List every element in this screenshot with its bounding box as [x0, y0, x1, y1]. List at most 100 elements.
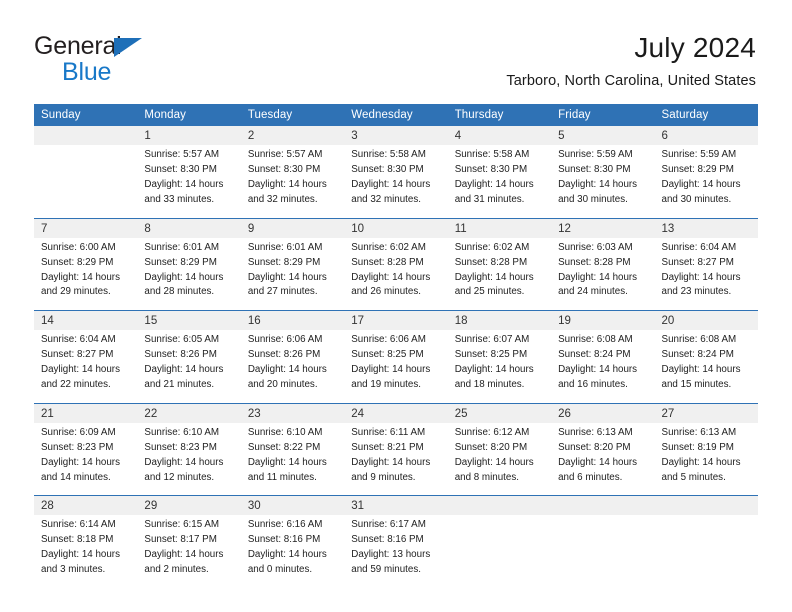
day-detail-line: Daylight: 14 hours: [144, 456, 224, 468]
day-number-13[interactable]: 13: [654, 217, 758, 238]
day-number-5[interactable]: 5: [551, 126, 655, 146]
day-number-8[interactable]: 8: [137, 217, 241, 238]
day-detail-line: Daylight: 14 hours: [41, 549, 120, 561]
calendar-header-row: Sunday Monday Tuesday Wednesday Thursday Frid…: [34, 104, 758, 127]
day-details-empty: [551, 515, 655, 588]
day-detail-line: Sunset: 8:17 PM: [144, 534, 217, 546]
day-number-28[interactable]: 28: [34, 495, 138, 516]
day-detail-line: Sunset: 8:23 PM: [41, 441, 114, 453]
day-details-1[interactable]: Sunrise: 5:57 AM Sunset: 8:30 PM Daylight:…: [137, 145, 241, 219]
weekday-header-tuesday: Tuesday: [240, 104, 345, 127]
day-detail-line: Sunset: 8:24 PM: [661, 349, 734, 361]
day-number-27[interactable]: 27: [654, 402, 758, 423]
day-detail-line: and 23 minutes.: [661, 286, 732, 298]
day-number-31[interactable]: 31: [344, 495, 448, 516]
day-details-5[interactable]: Sunrise: 5:59 AM Sunset: 8:30 PM Daylight:…: [551, 145, 655, 219]
day-details-14[interactable]: Sunrise: 6:04 AM Sunset: 8:27 PM Daylight:…: [34, 330, 138, 404]
day-number-19[interactable]: 19: [551, 310, 655, 331]
day-number-9[interactable]: 9: [240, 217, 345, 238]
day-detail-line: and 21 minutes.: [144, 378, 215, 390]
day-number-4[interactable]: 4: [447, 126, 552, 146]
day-number-25[interactable]: 25: [447, 402, 552, 423]
day-details-2[interactable]: Sunrise: 5:57 AM Sunset: 8:30 PM Daylight:…: [240, 145, 345, 219]
day-details-18[interactable]: Sunrise: 6:07 AM Sunset: 8:25 PM Daylight:…: [447, 330, 552, 404]
day-details-30[interactable]: Sunrise: 6:16 AM Sunset: 8:16 PM Daylight:…: [240, 515, 345, 588]
day-number-29[interactable]: 29: [137, 495, 241, 516]
general-blue-logo[interactable]: General Blue: [34, 30, 234, 86]
day-details-26[interactable]: Sunrise: 6:13 AM Sunset: 8:20 PM Daylight:…: [551, 422, 655, 496]
day-details-24[interactable]: Sunrise: 6:11 AM Sunset: 8:21 PM Daylight:…: [344, 422, 448, 496]
day-details-19[interactable]: Sunrise: 6:08 AM Sunset: 8:24 PM Daylight:…: [551, 330, 655, 404]
day-number-12[interactable]: 12: [551, 217, 655, 238]
day-number-30[interactable]: 30: [240, 495, 345, 516]
day-number-16[interactable]: 16: [240, 310, 345, 331]
weekday-header-friday: Friday: [551, 104, 655, 127]
day-detail-line: Sunset: 8:29 PM: [247, 256, 321, 268]
day-details-17[interactable]: Sunrise: 6:06 AM Sunset: 8:25 PM Daylight:…: [344, 330, 448, 404]
day-number-18[interactable]: 18: [447, 310, 552, 331]
day-details-23[interactable]: Sunrise: 6:10 AM Sunset: 8:22 PM Daylight:…: [240, 422, 345, 496]
day-detail-line: and 25 minutes.: [454, 286, 525, 298]
day-details-13[interactable]: Sunrise: 6:04 AM Sunset: 8:27 PM Daylight:…: [654, 237, 758, 311]
day-detail-line: and 24 minutes.: [558, 286, 628, 298]
day-number-26[interactable]: 26: [551, 402, 655, 423]
calendar-table: Sunday Monday Tuesday Wednesday Thursday Frid…: [34, 104, 758, 588]
day-details-15[interactable]: Sunrise: 6:05 AM Sunset: 8:26 PM Daylight:…: [137, 330, 241, 404]
day-detail-line: Sunset: 8:30 PM: [558, 164, 631, 176]
day-details-21[interactable]: Sunrise: 6:09 AM Sunset: 8:23 PM Daylight:…: [34, 422, 138, 496]
day-number-21[interactable]: 21: [34, 402, 138, 423]
day-detail-line: Daylight: 14 hours: [558, 271, 638, 283]
day-details-27[interactable]: Sunrise: 6:13 AM Sunset: 8:19 PM Daylight:…: [654, 422, 758, 496]
day-number-10[interactable]: 10: [344, 217, 448, 238]
day-detail-line: Sunrise: 6:06 AM: [351, 334, 426, 346]
day-number-23[interactable]: 23: [240, 402, 345, 423]
day-detail-line: Daylight: 14 hours: [247, 364, 327, 376]
day-details-16[interactable]: Sunrise: 6:06 AM Sunset: 8:26 PM Daylight:…: [240, 330, 345, 404]
day-detail-line: Daylight: 14 hours: [558, 178, 638, 190]
day-number-2[interactable]: 2: [240, 126, 345, 146]
day-details-6[interactable]: Sunrise: 5:59 AM Sunset: 8:29 PM Daylight:…: [654, 145, 758, 219]
day-details-25[interactable]: Sunrise: 6:12 AM Sunset: 8:20 PM Daylight:…: [447, 422, 552, 496]
day-details-12[interactable]: Sunrise: 6:03 AM Sunset: 8:28 PM Daylight:…: [551, 237, 655, 311]
day-detail-line: Daylight: 14 hours: [247, 456, 327, 468]
day-number-3[interactable]: 3: [344, 126, 448, 146]
week-detail-row: Sunrise: 6:00 AM Sunset: 8:29 PM Daylight:…: [34, 237, 758, 311]
day-number-22[interactable]: 22: [137, 402, 241, 423]
day-details-20[interactable]: Sunrise: 6:08 AM Sunset: 8:24 PM Daylight:…: [654, 330, 758, 404]
day-detail-line: Sunrise: 6:04 AM: [41, 334, 116, 346]
day-details-31[interactable]: Sunrise: 6:17 AM Sunset: 8:16 PM Daylight:…: [344, 515, 448, 588]
day-details-11[interactable]: Sunrise: 6:02 AM Sunset: 8:28 PM Daylight:…: [447, 237, 552, 311]
day-number-17[interactable]: 17: [344, 310, 448, 331]
day-detail-line: Sunrise: 5:59 AM: [661, 149, 737, 161]
day-detail-line: Sunset: 8:30 PM: [144, 164, 217, 176]
day-number-20[interactable]: 20: [654, 310, 758, 331]
day-detail-line: Daylight: 14 hours: [144, 364, 224, 376]
day-detail-line: Daylight: 14 hours: [351, 364, 431, 376]
day-number-24[interactable]: 24: [344, 402, 448, 423]
weekday-header-saturday: Saturday: [654, 104, 758, 127]
day-number-1[interactable]: 1: [137, 126, 241, 146]
day-detail-line: Sunrise: 6:10 AM: [247, 426, 323, 438]
day-number-11[interactable]: 11: [447, 217, 552, 238]
day-details-9[interactable]: Sunrise: 6:01 AM Sunset: 8:29 PM Daylight:…: [240, 237, 345, 311]
day-details-8[interactable]: Sunrise: 6:01 AM Sunset: 8:29 PM Daylight:…: [137, 237, 241, 311]
day-details-3[interactable]: Sunrise: 5:58 AM Sunset: 8:30 PM Daylight:…: [344, 145, 448, 219]
day-detail-line: and 59 minutes.: [351, 564, 421, 576]
day-number-14[interactable]: 14: [34, 310, 138, 331]
day-detail-line: and 8 minutes.: [454, 471, 519, 483]
day-details-22[interactable]: Sunrise: 6:10 AM Sunset: 8:23 PM Daylight:…: [137, 422, 241, 496]
day-detail-line: Sunset: 8:29 PM: [144, 256, 217, 268]
day-detail-line: and 11 minutes.: [247, 471, 317, 483]
week-detail-row: Sunrise: 6:09 AM Sunset: 8:23 PM Daylight:…: [34, 422, 758, 496]
day-number-6[interactable]: 6: [654, 126, 758, 146]
day-detail-line: Sunrise: 6:01 AM: [144, 241, 220, 253]
day-number-15[interactable]: 15: [137, 310, 241, 331]
day-details-29[interactable]: Sunrise: 6:15 AM Sunset: 8:17 PM Daylight:…: [137, 515, 241, 588]
day-details-7[interactable]: Sunrise: 6:00 AM Sunset: 8:29 PM Daylight:…: [34, 237, 138, 311]
day-details-4[interactable]: Sunrise: 5:58 AM Sunset: 8:30 PM Daylight:…: [447, 145, 552, 219]
day-detail-line: Daylight: 14 hours: [558, 364, 638, 376]
day-number-7[interactable]: 7: [34, 217, 138, 238]
day-details-10[interactable]: Sunrise: 6:02 AM Sunset: 8:28 PM Daylight:…: [344, 237, 448, 311]
day-detail-line: Sunrise: 6:16 AM: [247, 519, 323, 531]
day-details-28[interactable]: Sunrise: 6:14 AM Sunset: 8:18 PM Daylight:…: [34, 515, 138, 588]
